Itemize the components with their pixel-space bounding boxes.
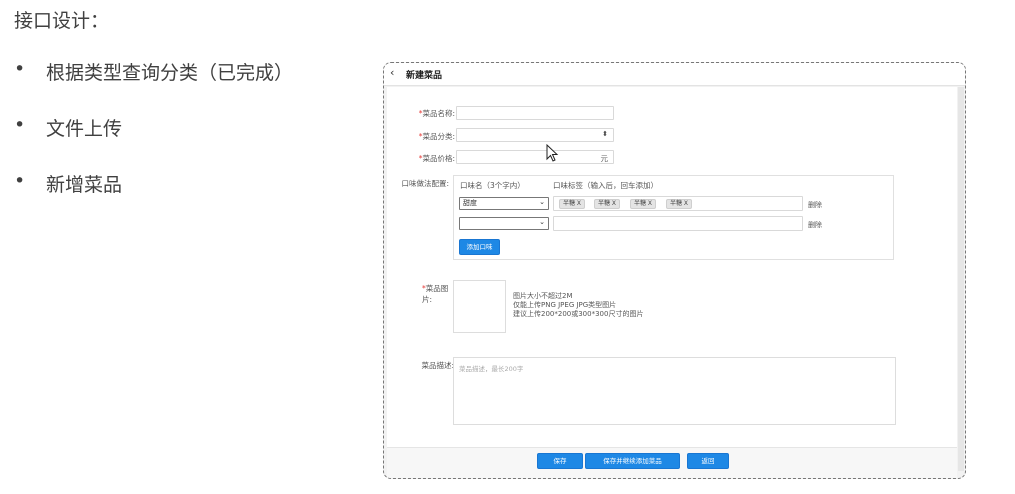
flavor-name-select[interactable]: ⌄ [459, 217, 549, 230]
bullet-text: 新增菜品 [46, 174, 123, 196]
bullet-text: 根据类型查询分类（已完成） [46, 62, 294, 84]
bullet-list: • 根据类型查询分类（已完成） • 文件上传 • 新增菜品 [14, 58, 293, 226]
chevron-down-icon: ⌄ [539, 198, 545, 206]
name-input[interactable] [456, 106, 614, 120]
back-button[interactable]: 返回 [687, 453, 729, 469]
image-upload-box[interactable] [453, 280, 506, 333]
flavor-config-box: 口味名（3个字内） 口味标签（输入后，回车添加） 甜度 ⌄ 半糖 X 半糖 X 半… [453, 175, 894, 260]
delete-flavor-link[interactable]: 删除 [808, 220, 822, 230]
desc-label: 菜品描述: [421, 361, 454, 370]
new-dish-panel: ‹ 新建菜品 *菜品名称: *菜品分类: ⬍ *菜品价格: 元 口味做法配置: … [383, 62, 966, 479]
save-and-continue-button[interactable]: 保存并继续添加菜品 [585, 453, 680, 469]
scrollbar[interactable] [958, 87, 964, 471]
flavor-col-name: 口味名（3个字内） [460, 181, 525, 190]
bullet-dot: • [14, 58, 26, 80]
panel-header: ‹ 新建菜品 [384, 63, 965, 86]
panel-title: 新建菜品 [406, 71, 443, 81]
bullet-text: 文件上传 [46, 118, 123, 140]
image-tips: 图片大小不超过2M 仅能上传PNG JPEG JPG类型图片 建议上传200*2… [513, 292, 644, 318]
image-label: *菜品图 片: [422, 284, 449, 304]
name-label: *菜品名称: [418, 109, 455, 118]
bullet-dot: • [14, 114, 26, 136]
price-suffix: 元 [600, 154, 609, 163]
form-area: *菜品名称: *菜品分类: ⬍ *菜品价格: 元 口味做法配置: 口味名（3个字… [387, 87, 957, 471]
desc-placeholder: 菜品描述，最长200字 [459, 365, 524, 373]
form-footer: 保存 保存并继续添加菜品 返回 [387, 447, 957, 478]
flavor-tag[interactable]: 半糖 X [594, 199, 621, 209]
price-input[interactable]: 元 [456, 150, 614, 164]
flavor-name-select[interactable]: 甜度 ⌄ [459, 197, 549, 210]
category-label: *菜品分类: [418, 132, 455, 141]
add-flavor-button[interactable]: 添加口味 [459, 239, 500, 255]
flavor-col-tags: 口味标签（输入后，回车添加） [553, 181, 658, 190]
flavor-label: 口味做法配置: [401, 179, 449, 188]
save-button[interactable]: 保存 [537, 453, 583, 469]
bullet-item: • 文件上传 [14, 114, 293, 170]
chevron-left-icon[interactable]: ‹ [390, 66, 394, 79]
flavor-tags-input[interactable] [553, 216, 803, 231]
category-select[interactable]: ⬍ [456, 128, 614, 142]
mouse-cursor-icon [546, 144, 559, 162]
bullet-dot: • [14, 170, 26, 192]
flavor-tag[interactable]: 半糖 X [630, 199, 657, 209]
bullet-item: • 新增菜品 [14, 170, 293, 226]
flavor-tags-input[interactable]: 半糖 X 半糖 X 半糖 X 半糖 X [553, 196, 803, 211]
delete-flavor-link[interactable]: 删除 [808, 200, 822, 210]
select-arrows-icon: ⬍ [602, 130, 608, 138]
chevron-down-icon: ⌄ [539, 218, 545, 226]
description-textarea[interactable]: 菜品描述，最长200字 [453, 357, 896, 425]
flavor-tag[interactable]: 半糖 X [559, 199, 586, 209]
price-label: *菜品价格: [418, 154, 455, 163]
slide-title: 接口设计： [14, 10, 110, 32]
bullet-item: • 根据类型查询分类（已完成） [14, 58, 293, 114]
flavor-tag[interactable]: 半糖 X [666, 199, 693, 209]
